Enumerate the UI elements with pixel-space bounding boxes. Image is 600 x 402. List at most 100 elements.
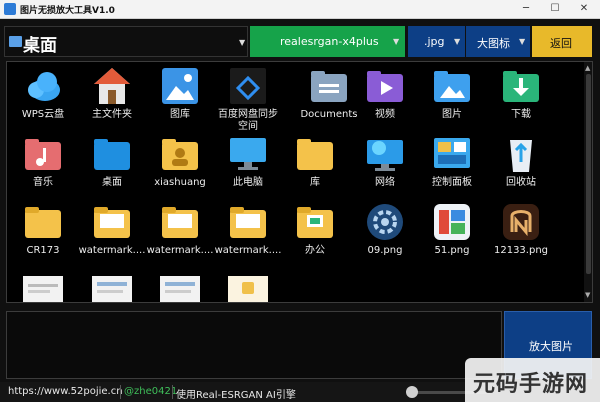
back-button[interactable]: 返回 [532, 26, 592, 57]
file-label: 办公 [305, 245, 325, 256]
file-item[interactable]: watermark.... [145, 202, 215, 262]
folder-icon [230, 207, 266, 238]
file-label: 桌面 [102, 177, 122, 188]
file-item[interactable]: 视频 [350, 66, 420, 126]
download-folder-icon [503, 71, 539, 102]
site-watermark: 元码手游网 [465, 358, 600, 402]
folder-icon [94, 207, 130, 238]
status-url[interactable]: https://www.52pojie.cn [8, 386, 123, 397]
file-item[interactable]: 桌面 [77, 134, 147, 194]
file-item[interactable] [8, 276, 78, 302]
network-icon [367, 140, 403, 171]
file-item[interactable]: 百度网盘同步 空间 [213, 66, 283, 132]
file-item[interactable]: 库 [280, 134, 350, 194]
png-thumbnail-icon [367, 204, 403, 240]
recycle-bin-icon [510, 140, 532, 172]
toolbar: 桌面 ▼ realesrgan-x4plus ▼ .jpg ▼ 大图标 ▼ 返回 [0, 26, 600, 58]
model-select-value: realesrgan-x4plus [280, 35, 379, 48]
file-item[interactable]: 音乐 [8, 134, 78, 194]
image-thumbnail-icon [92, 276, 132, 302]
file-item[interactable]: 09.png [350, 202, 420, 262]
view-mode-value: 大图标 [477, 37, 510, 50]
status-engine: 使用Real-ESRGAN AI引擎 [176, 390, 296, 401]
home-icon [94, 68, 130, 104]
file-item[interactable]: 办公 [280, 202, 350, 262]
file-item[interactable]: 此电脑 [213, 134, 283, 194]
minimize-button[interactable]: ─ [512, 0, 540, 19]
file-item[interactable]: 图片 [417, 66, 487, 126]
file-item[interactable] [145, 276, 215, 302]
file-item[interactable]: 主文件夹 [77, 66, 147, 126]
file-label: 图库 [170, 109, 190, 120]
view-mode-select[interactable]: 大图标 ▼ [466, 26, 530, 57]
file-grid: WPS云盘 主文件夹 图库 百度网盘同步 空间 Documents 视频 图片 … [6, 61, 593, 303]
back-button-label: 返回 [550, 37, 572, 50]
file-item[interactable]: 12133.png [486, 202, 556, 262]
library-folder-icon [297, 139, 333, 170]
file-label: 库 [310, 177, 320, 188]
file-item[interactable]: WPS云盘 [8, 66, 78, 126]
status-divider [172, 385, 173, 399]
file-item[interactable]: CR173 [8, 202, 78, 262]
video-folder-icon [367, 71, 403, 102]
file-item[interactable]: 下载 [486, 66, 556, 126]
file-label: 12133.png [493, 245, 549, 256]
chevron-down-icon: ▼ [239, 38, 246, 47]
file-item[interactable] [77, 276, 147, 302]
desktop-folder-icon [94, 139, 130, 170]
file-label: 主文件夹 [92, 109, 132, 120]
file-item[interactable]: watermark.... [77, 202, 147, 262]
file-label: watermark.... [146, 245, 214, 256]
file-item[interactable]: 网络 [350, 134, 420, 194]
model-select[interactable]: realesrgan-x4plus ▼ [250, 26, 405, 57]
file-item[interactable]: 图库 [145, 66, 215, 126]
file-label: WPS云盘 [21, 109, 65, 120]
control-panel-icon [434, 138, 470, 168]
image-thumbnail-icon [228, 276, 268, 302]
zoom-slider-handle[interactable] [406, 386, 418, 398]
file-item[interactable]: watermark.... [213, 202, 283, 262]
file-label: CR173 [26, 245, 60, 256]
status-user: @zhe0421 [124, 386, 178, 397]
output-log-area[interactable] [6, 311, 502, 379]
folder-icon [162, 207, 198, 238]
user-folder-icon [162, 139, 198, 170]
file-item[interactable] [213, 276, 283, 302]
chevron-down-icon: ▼ [393, 37, 400, 46]
file-item[interactable]: 控制面板 [417, 134, 487, 194]
vertical-scrollbar[interactable]: ▲ ▼ [584, 62, 592, 302]
file-label: xiashuang [154, 177, 206, 188]
title-bar: 图片无损放大工具V1.0 ─ ☐ ✕ [0, 0, 600, 19]
app-window: 图片无损放大工具V1.0 ─ ☐ ✕ 桌面 ▼ realesrgan-x4plu… [0, 0, 600, 402]
format-select-value: .jpg [424, 35, 445, 48]
status-divider [120, 385, 121, 399]
path-text: 桌面 [23, 36, 57, 56]
path-select[interactable]: 桌面 ▼ [4, 26, 248, 57]
pictures-folder-icon [434, 71, 470, 102]
scrollbar-thumb[interactable] [586, 74, 591, 274]
wps-cloud-icon [28, 72, 60, 101]
chevron-down-icon: ▼ [454, 37, 461, 46]
scroll-up-icon[interactable]: ▲ [585, 64, 590, 72]
file-item[interactable]: xiashuang [145, 134, 215, 194]
format-select[interactable]: .jpg ▼ [408, 26, 465, 57]
documents-folder-icon [311, 71, 347, 102]
app-icon [4, 3, 16, 15]
scroll-down-icon[interactable]: ▼ [585, 291, 590, 299]
file-label: 回收站 [506, 177, 536, 188]
file-item[interactable]: 回收站 [486, 134, 556, 194]
file-label-line2: 空间 [238, 121, 258, 132]
chevron-down-icon: ▼ [519, 37, 526, 46]
file-label: watermark.... [78, 245, 146, 256]
maximize-button[interactable]: ☐ [541, 0, 569, 19]
file-label: 下载 [511, 109, 531, 120]
close-button[interactable]: ✕ [570, 0, 598, 19]
this-pc-icon [230, 138, 266, 170]
file-label: 控制面板 [432, 177, 472, 188]
baidu-netdisk-icon [230, 68, 266, 104]
folder-icon [297, 207, 333, 238]
folder-icon [9, 36, 22, 47]
png-thumbnail-icon [503, 204, 539, 240]
file-item[interactable]: 51.png [417, 202, 487, 262]
png-thumbnail-icon [434, 204, 470, 240]
